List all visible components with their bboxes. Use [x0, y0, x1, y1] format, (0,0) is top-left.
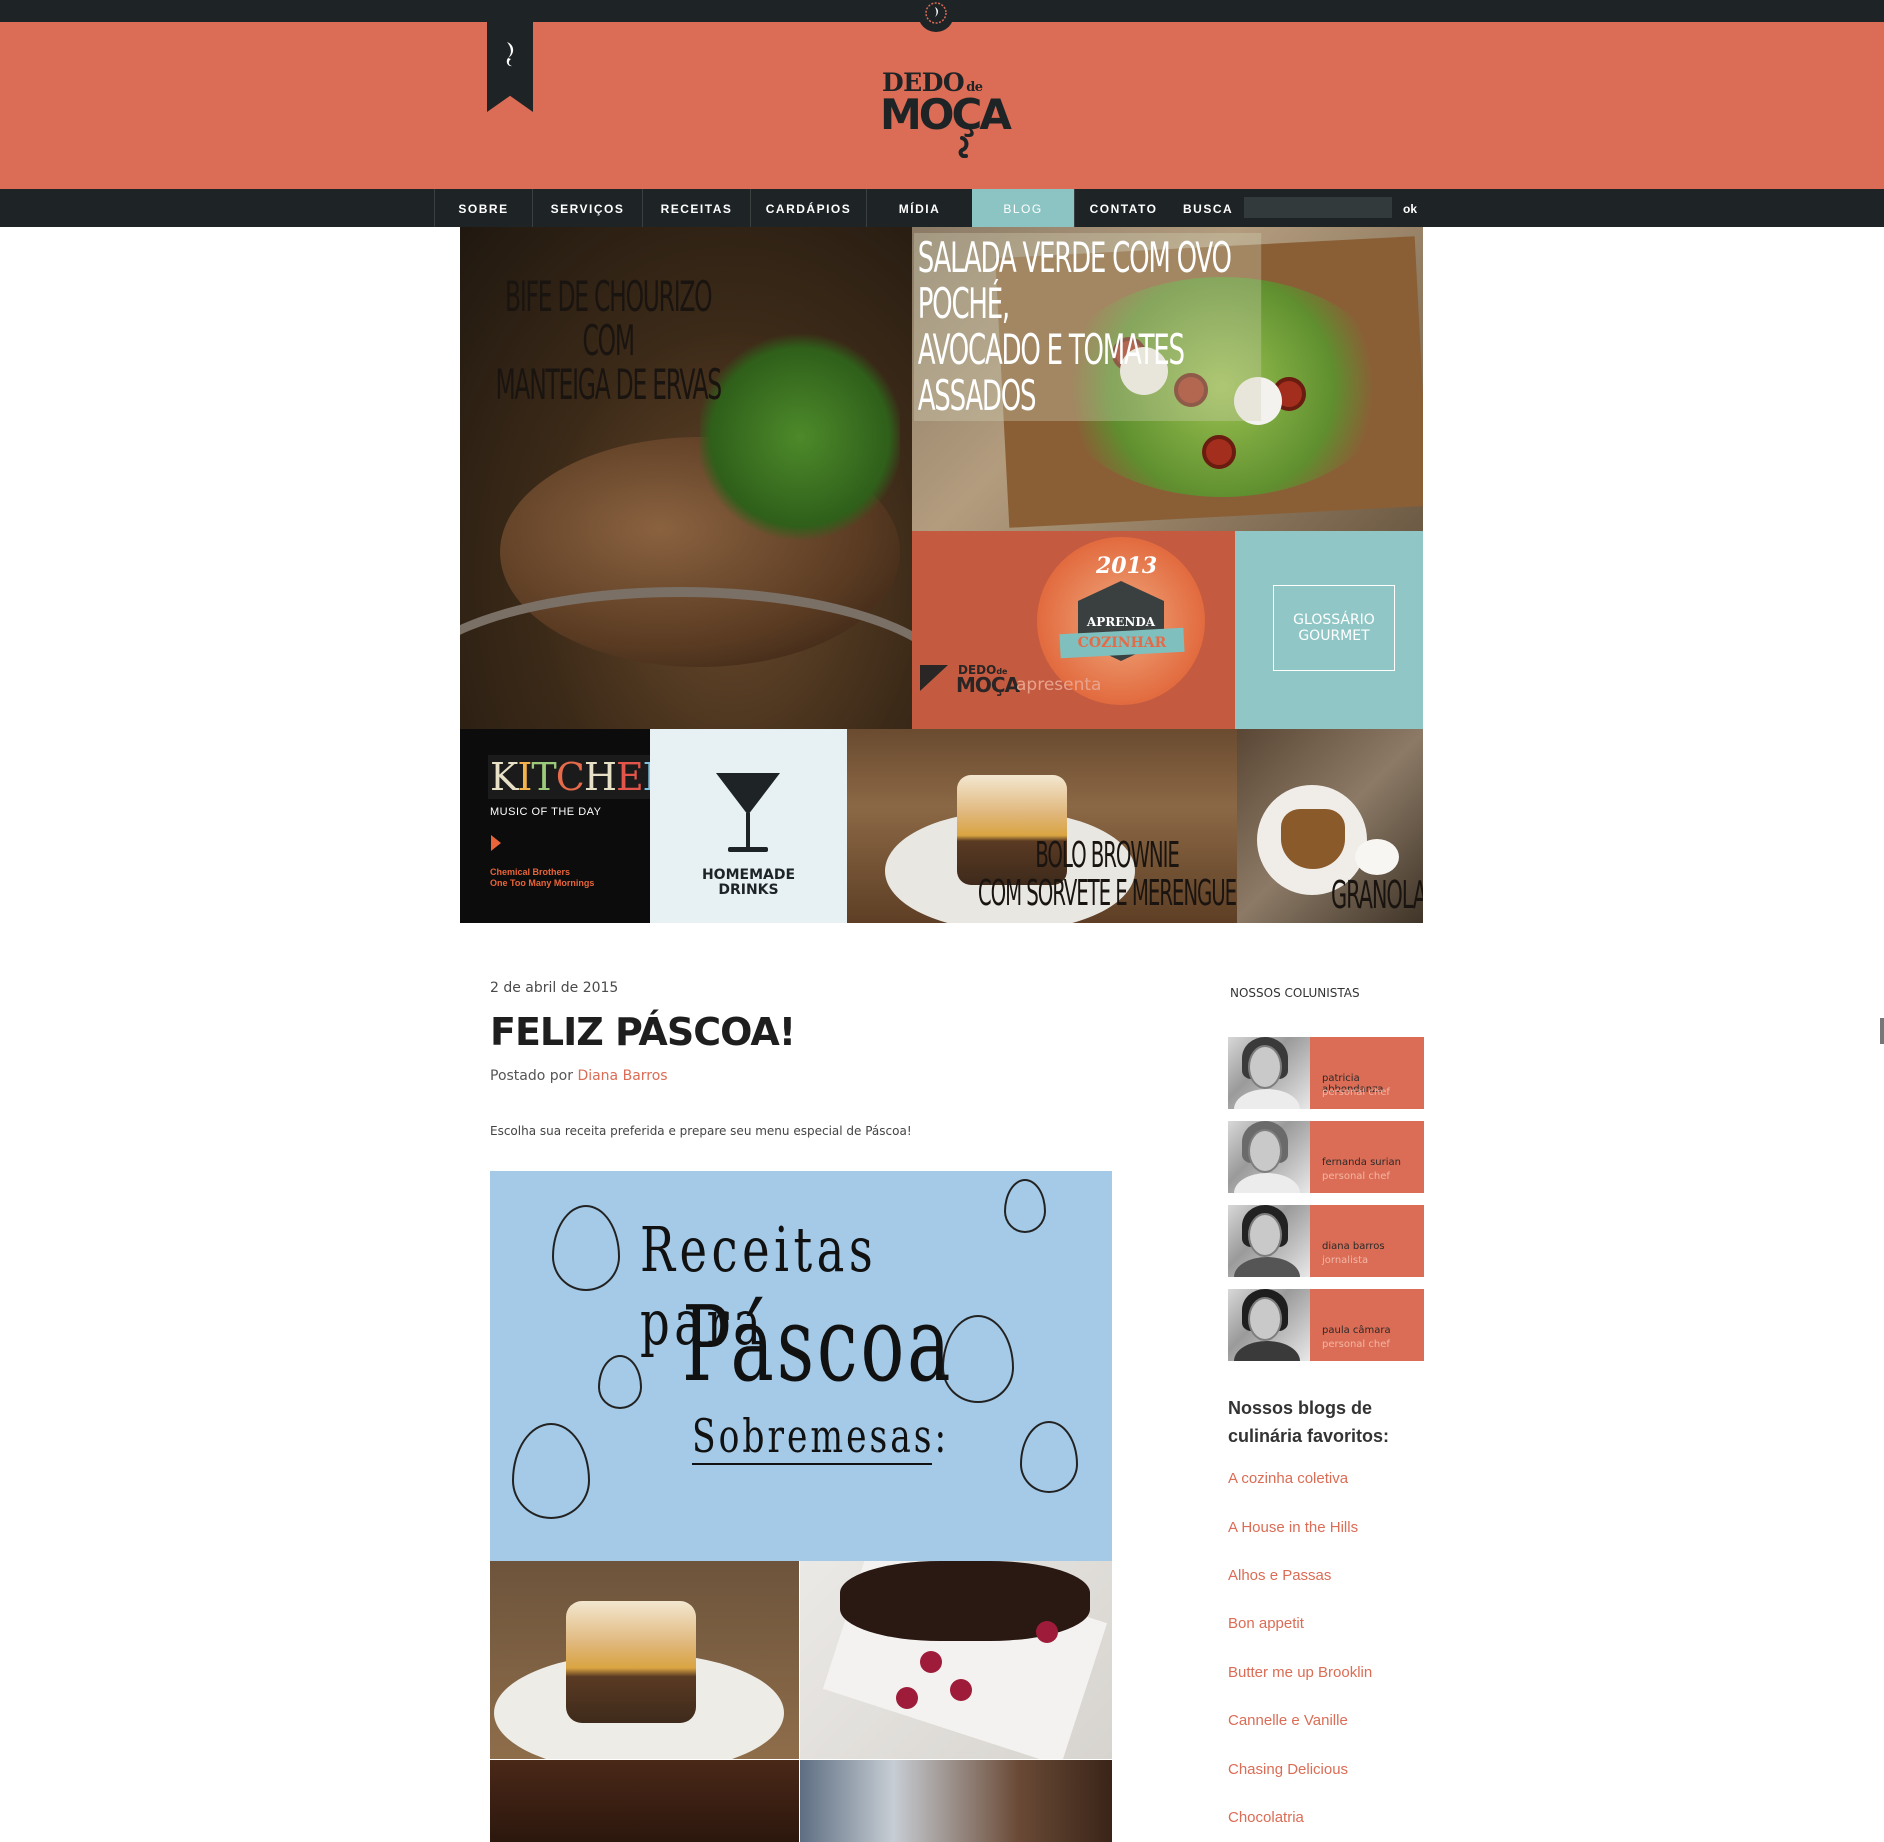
play-icon[interactable] [491, 835, 501, 851]
berry-image [1036, 1621, 1058, 1643]
columnist-card[interactable]: patricia abbondanza personal chef [1228, 1037, 1424, 1109]
columnist-card[interactable]: diana barros jornalista [1228, 1205, 1424, 1277]
blog-link[interactable]: Butter me up Brooklin [1228, 1664, 1372, 1681]
main-nav: SOBRE SERVIÇOS RECEITAS CARDÁPIOS MÍDIA … [0, 189, 1884, 227]
featured-bolo-title: BOLO BROWNIE COM SORVETE E MERENGUE [977, 835, 1237, 914]
blog-link[interactable]: A cozinha coletiva [1228, 1470, 1348, 1487]
promo-line2: Páscoa [682, 1283, 954, 1405]
pan-image [460, 587, 912, 729]
blog-link[interactable]: Chocolatria [1228, 1809, 1304, 1826]
blog-link[interactable]: Bon appetit [1228, 1615, 1304, 1632]
aprenda-badge-bottom: COZINHAR [1077, 635, 1167, 651]
search-input[interactable] [1244, 197, 1392, 218]
post-date: 2 de abril de 2015 [490, 980, 619, 996]
kitchen-artist: Chemical Brothers [490, 867, 571, 877]
blogs-heading: Nossos blogs de culinária favoritos: [1228, 1398, 1390, 1446]
featured-granola-title: GRANOLA [1331, 873, 1423, 917]
granola-heart-image [1281, 809, 1345, 869]
tomato-image [1202, 435, 1236, 469]
recipe-photo-bolo[interactable] [490, 1561, 799, 1759]
scrollbar-thumb[interactable] [1880, 1018, 1884, 1044]
columnist-role: personal chef [1322, 1171, 1390, 1182]
columnist-card[interactable]: fernanda surian personal chef [1228, 1121, 1424, 1193]
nav-item-receitas[interactable]: RECEITAS [642, 189, 750, 227]
kitchen-subtitle: MUSIC OF THE DAY [490, 806, 602, 818]
promo-line3: Sobremesas: [692, 1409, 950, 1465]
yogurt-bowl-image [1355, 839, 1399, 875]
nav-item-midia[interactable]: MÍDIA [866, 189, 972, 227]
post-author-link[interactable]: Diana Barros [577, 1068, 667, 1084]
featured-salada-title: SALADA VERDE COM OVO POCHÉ, AVOCADO E TO… [914, 233, 1262, 421]
columnist-photo [1228, 1205, 1310, 1277]
berry-image [896, 1687, 918, 1709]
post-excerpt: Escolha sua receita preferida e prepare … [490, 1124, 912, 1138]
blog-link[interactable]: Chasing Delicious [1228, 1761, 1348, 1778]
featured-bolo-brownie[interactable]: BOLO BROWNIE COM SORVETE E MERENGUE [847, 729, 1237, 923]
glossario-box: GLOSSÁRIO GOURMET [1273, 585, 1395, 671]
site-logo[interactable]: DEDO de MOÇA [880, 68, 1012, 164]
recipe-photo-chocolate[interactable] [800, 1760, 1112, 1842]
post-title[interactable]: FELIZ PÁSCOA! [490, 1010, 796, 1054]
aprenda-year: 2013 [1096, 553, 1158, 579]
aprenda-apresenta: apresenta [1016, 675, 1102, 695]
columnist-name: fernanda surian [1322, 1157, 1401, 1168]
easter-egg-icon [512, 1423, 590, 1519]
logo-hook-icon [958, 136, 969, 158]
mini-logo-triangle-icon [920, 665, 948, 691]
featured-granola[interactable]: GRANOLA [1237, 729, 1423, 923]
featured-homemade-drinks[interactable]: HOMEMADE DRINKS [650, 729, 847, 923]
featured-bife-title: BIFE DE CHOURIZO COM MANTEIGA DE ERVAS [495, 272, 722, 409]
post-byline: Postado por Diana Barros [490, 1068, 668, 1084]
recipe-photo-pavlova[interactable] [800, 1561, 1112, 1759]
columnist-photo [1228, 1037, 1310, 1109]
columnist-role: personal chef [1322, 1339, 1390, 1350]
columnist-role: personal chef [1322, 1087, 1390, 1098]
blog-link[interactable]: A House in the Hills [1228, 1519, 1358, 1536]
columnists-heading: NOSSOS COLUNISTAS [1230, 986, 1360, 1000]
nav-item-servicos[interactable]: SERVIÇOS [532, 189, 642, 227]
featured-bife-de-chourizo[interactable]: BIFE DE CHOURIZO COM MANTEIGA DE ERVAS [460, 227, 912, 729]
columnist-card[interactable]: paula câmara personal chef [1228, 1289, 1424, 1361]
easter-promo-image: Receitas para Páscoa Sobremesas: [490, 1171, 1112, 1561]
search-label: BUSCA [1183, 202, 1234, 216]
featured-glossario-gourmet[interactable]: GLOSSÁRIO GOURMET [1235, 531, 1423, 729]
cake-image [566, 1601, 696, 1723]
featured-kitchen-music[interactable]: KITCHEN MUSIC OF THE DAY Chemical Brothe… [460, 729, 650, 923]
recipe-photo-brownie[interactable] [490, 1760, 799, 1842]
nav-item-contato[interactable]: CONTATO [1074, 189, 1172, 227]
easter-egg-icon [598, 1355, 642, 1409]
columnist-name: paula câmara [1322, 1325, 1391, 1336]
easter-egg-icon [1004, 1179, 1046, 1233]
logo-text-moca: MOÇA [880, 90, 1012, 139]
recipe-photo-grid [490, 1561, 1112, 1842]
featured-aprenda-cozinhar[interactable]: 2013 APRENDA COZINHAR DEDOde MOÇA aprese… [912, 531, 1235, 729]
featured-grid: BIFE DE CHOURIZO COM MANTEIGA DE ERVAS S… [460, 227, 1423, 923]
search-ok-button[interactable]: ok [1403, 189, 1417, 227]
drinks-label: HOMEMADE DRINKS [701, 867, 796, 898]
aprenda-badge-top: APRENDA [1086, 615, 1156, 629]
blog-link[interactable]: Cannelle e Vanille [1228, 1712, 1348, 1729]
columnist-role: jornalista [1322, 1255, 1369, 1266]
featured-salada-verde[interactable]: SALADA VERDE COM OVO POCHÉ, AVOCADO E TO… [912, 227, 1423, 531]
nav-item-cardapios[interactable]: CARDÁPIOS [750, 189, 866, 227]
post-byline-prefix: Postado por [490, 1068, 573, 1084]
nav-item-blog[interactable]: BLOG [972, 189, 1074, 227]
easter-egg-icon [552, 1205, 620, 1291]
berry-image [950, 1679, 972, 1701]
nav-item-sobre[interactable]: SOBRE [434, 189, 532, 227]
columnist-name: diana barros [1322, 1241, 1385, 1252]
martini-glass-icon [716, 773, 780, 852]
columnist-photo [1228, 1121, 1310, 1193]
kitchen-title: KITCHEN [488, 755, 650, 799]
easter-egg-icon [1020, 1421, 1078, 1493]
berry-image [920, 1651, 942, 1673]
kitchen-song: One Too Many Mornings [490, 878, 595, 888]
blog-link[interactable]: Alhos e Passas [1228, 1567, 1331, 1584]
columnist-photo [1228, 1289, 1310, 1361]
